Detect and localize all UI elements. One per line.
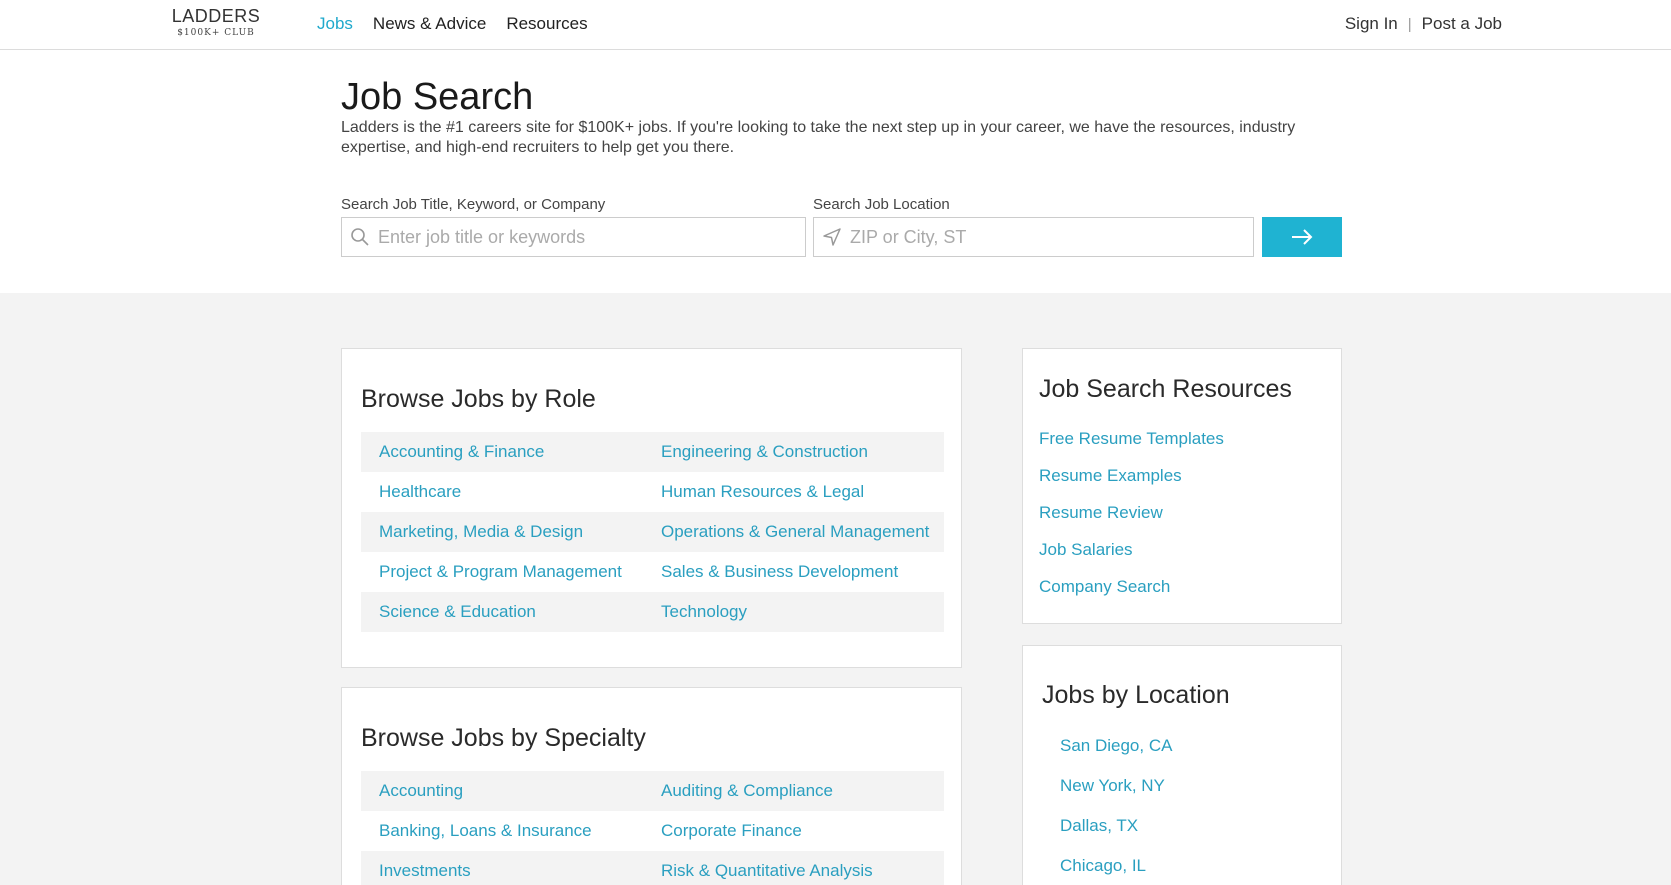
list-item: Dallas, TX xyxy=(1060,816,1172,856)
role-link[interactable]: Sales & Business Development xyxy=(661,562,898,582)
nav-jobs[interactable]: Jobs xyxy=(317,14,353,34)
nav-separator: | xyxy=(1407,15,1412,33)
logo-tagline: $100K+ CLUB xyxy=(177,28,255,38)
role-links-grid: Accounting & Finance Engineering & Const… xyxy=(361,432,944,632)
role-link[interactable]: Science & Education xyxy=(379,602,536,622)
list-item: Chicago, IL xyxy=(1060,856,1172,885)
keyword-input[interactable] xyxy=(378,219,805,255)
table-row: Banking, Loans & Insurance Corporate Fin… xyxy=(361,811,944,851)
specialty-link[interactable]: Risk & Quantitative Analysis xyxy=(661,861,873,881)
role-link[interactable]: Human Resources & Legal xyxy=(661,482,864,502)
sign-in-link[interactable]: Sign In xyxy=(1345,14,1398,34)
arrow-right-icon xyxy=(1292,229,1313,245)
page-title: Job Search xyxy=(341,76,534,118)
location-field xyxy=(813,217,1254,257)
list-item: Job Salaries xyxy=(1039,540,1224,577)
resources-card-title: Job Search Resources xyxy=(1039,375,1292,403)
location-card-title: Jobs by Location xyxy=(1042,681,1230,709)
location-arrow-icon xyxy=(814,227,850,247)
search-icon xyxy=(342,227,378,247)
role-card-title: Browse Jobs by Role xyxy=(361,385,596,413)
job-search-resources-card: Job Search Resources Free Resume Templat… xyxy=(1022,348,1342,624)
ladders-logo[interactable]: LADDERS $100K+ CLUB xyxy=(171,6,261,39)
role-link[interactable]: Healthcare xyxy=(379,482,461,502)
main-nav: Jobs News & Advice Resources xyxy=(317,14,588,34)
specialty-link[interactable]: Corporate Finance xyxy=(661,821,802,841)
nav-resources[interactable]: Resources xyxy=(506,14,587,34)
specialty-link[interactable]: Banking, Loans & Insurance xyxy=(379,821,592,841)
role-link[interactable]: Accounting & Finance xyxy=(379,442,544,462)
role-link[interactable]: Engineering & Construction xyxy=(661,442,868,462)
location-field-label: Search Job Location xyxy=(813,196,950,213)
table-row: Accounting Auditing & Compliance xyxy=(361,771,944,811)
location-link-list: San Diego, CA New York, NY Dallas, TX Ch… xyxy=(1060,736,1172,885)
browse-by-role-card: Browse Jobs by Role Accounting & Finance… xyxy=(341,348,962,668)
job-salaries-link[interactable]: Job Salaries xyxy=(1039,540,1133,559)
top-navigation-bar: LADDERS $100K+ CLUB Jobs News & Advice R… xyxy=(0,0,1671,50)
table-row: Project & Program Management Sales & Bus… xyxy=(361,552,944,592)
specialty-card-title: Browse Jobs by Specialty xyxy=(361,724,646,752)
specialty-links-grid: Accounting Auditing & Compliance Banking… xyxy=(361,771,944,885)
list-item: San Diego, CA xyxy=(1060,736,1172,776)
keyword-field-label: Search Job Title, Keyword, or Company xyxy=(341,196,606,213)
search-submit-button[interactable] xyxy=(1262,217,1342,257)
nav-news-advice[interactable]: News & Advice xyxy=(373,14,486,34)
table-row: Accounting & Finance Engineering & Const… xyxy=(361,432,944,472)
list-item: Company Search xyxy=(1039,577,1224,614)
role-link[interactable]: Technology xyxy=(661,602,747,622)
specialty-link[interactable]: Investments xyxy=(379,861,471,881)
location-input[interactable] xyxy=(850,219,1253,255)
list-item: New York, NY xyxy=(1060,776,1172,816)
location-link[interactable]: New York, NY xyxy=(1060,776,1165,795)
location-link[interactable]: San Diego, CA xyxy=(1060,736,1172,755)
browse-by-specialty-card: Browse Jobs by Specialty Accounting Audi… xyxy=(341,687,962,885)
post-job-link[interactable]: Post a Job xyxy=(1422,14,1502,34)
free-resume-templates-link[interactable]: Free Resume Templates xyxy=(1039,429,1224,448)
user-nav: Sign In | Post a Job xyxy=(1345,14,1502,34)
location-link[interactable]: Chicago, IL xyxy=(1060,856,1146,875)
page-description: Ladders is the #1 careers site for $100K… xyxy=(341,119,1296,156)
company-search-link[interactable]: Company Search xyxy=(1039,577,1170,596)
resume-examples-link[interactable]: Resume Examples xyxy=(1039,466,1182,485)
specialty-link[interactable]: Auditing & Compliance xyxy=(661,781,833,801)
table-row: Investments Risk & Quantitative Analysis xyxy=(361,851,944,885)
logo-wordmark: LADDERS xyxy=(171,6,261,26)
list-item: Resume Examples xyxy=(1039,466,1224,503)
jobs-by-location-card: Jobs by Location San Diego, CA New York,… xyxy=(1022,645,1342,885)
role-link[interactable]: Marketing, Media & Design xyxy=(379,522,583,542)
list-item: Free Resume Templates xyxy=(1039,429,1224,466)
keyword-field xyxy=(341,217,806,257)
resume-review-link[interactable]: Resume Review xyxy=(1039,503,1163,522)
job-search-hero: Job Search Ladders is the #1 careers sit… xyxy=(0,50,1671,293)
role-link[interactable]: Project & Program Management xyxy=(379,562,622,582)
list-item: Resume Review xyxy=(1039,503,1224,540)
role-link[interactable]: Operations & General Management xyxy=(661,522,929,542)
location-link[interactable]: Dallas, TX xyxy=(1060,816,1138,835)
specialty-link[interactable]: Accounting xyxy=(379,781,463,801)
table-row: Marketing, Media & Design Operations & G… xyxy=(361,512,944,552)
table-row: Science & Education Technology xyxy=(361,592,944,632)
table-row: Healthcare Human Resources & Legal xyxy=(361,472,944,512)
resources-link-list: Free Resume Templates Resume Examples Re… xyxy=(1039,429,1224,614)
